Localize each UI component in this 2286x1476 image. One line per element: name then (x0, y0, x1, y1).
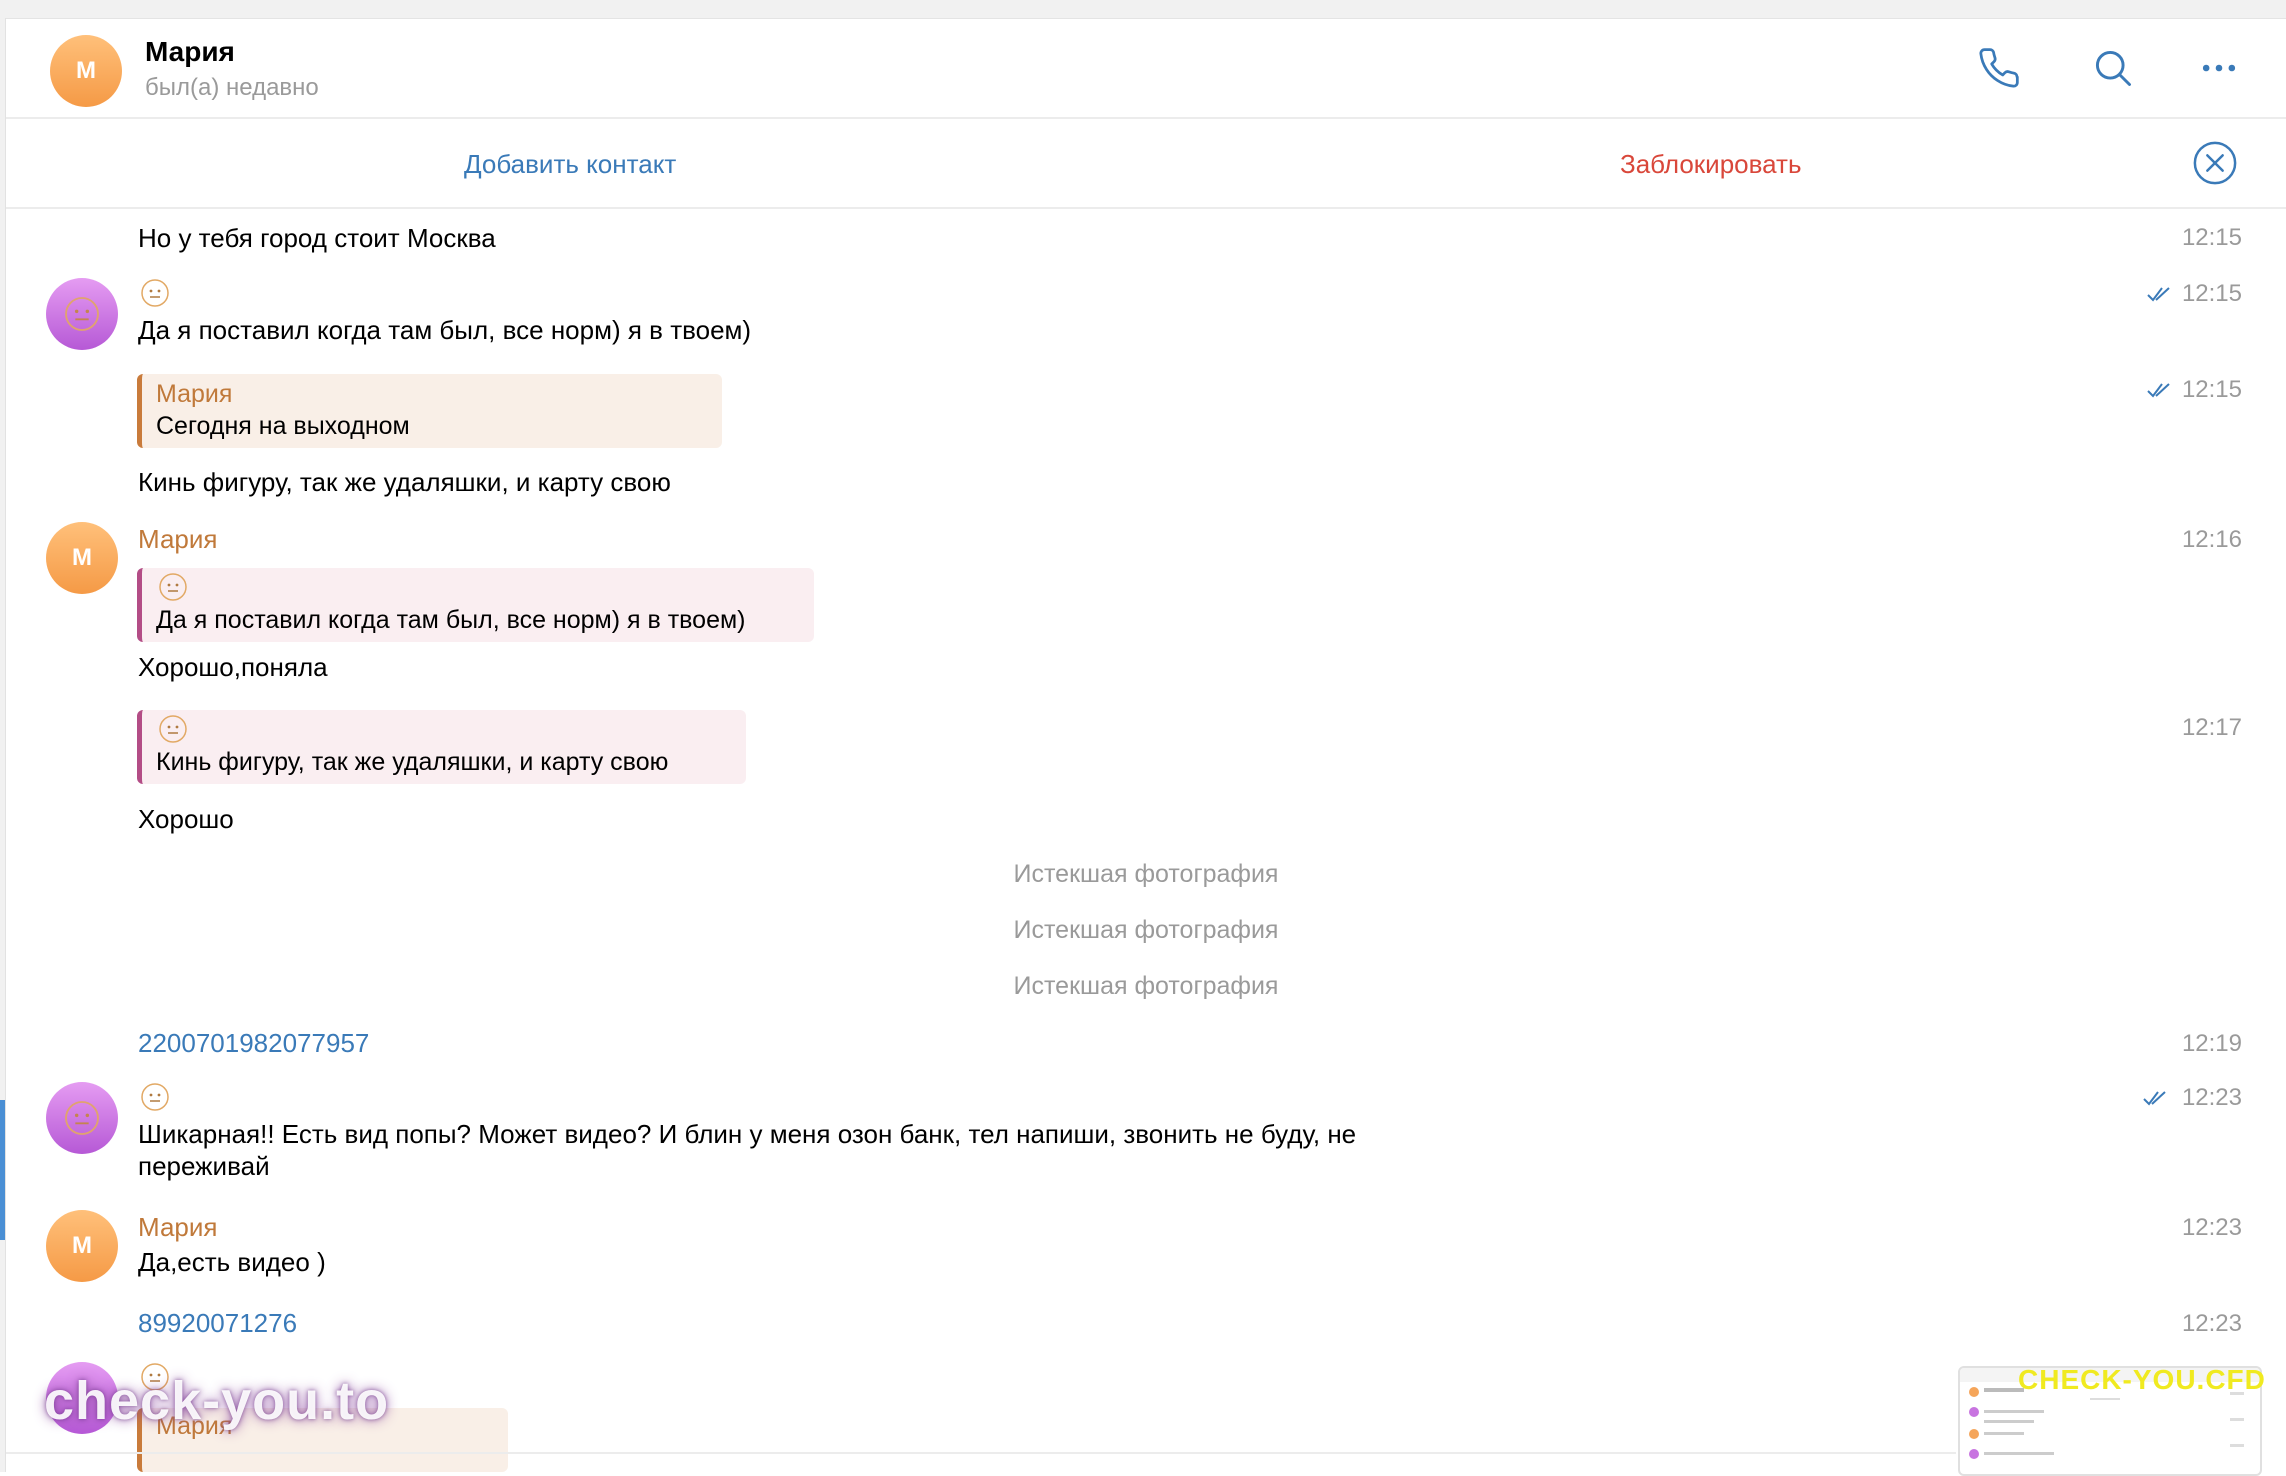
phone-icon[interactable] (1976, 45, 2022, 91)
message-time: 12:16 (2181, 526, 2242, 553)
selected-chat-indicator (0, 1100, 5, 1240)
message-time: 12:23 (2181, 1084, 2242, 1111)
close-circle-icon[interactable] (2192, 140, 2238, 186)
neutral-face-icon (159, 573, 187, 601)
left-panel-edge (0, 18, 6, 1472)
watermark-right: CHECK-YOU.CFD (2018, 1364, 2266, 1395)
contact-name[interactable]: Мария (145, 36, 235, 68)
reply-quote[interactable]: Мария Сегодня на выходном (137, 374, 722, 448)
neutral-face-icon (141, 279, 169, 307)
avatar-letter: M (72, 544, 92, 571)
message-time: 12:15 (2181, 280, 2242, 307)
sender-avatar[interactable]: M (46, 1210, 118, 1282)
composer-divider (6, 1452, 1956, 1454)
my-avatar[interactable] (46, 1082, 118, 1154)
expired-photo-notice: Истекшая фотография (1013, 860, 1279, 888)
sender-name[interactable]: Мария (138, 1212, 217, 1243)
sender-name[interactable]: Мария (138, 524, 217, 555)
phone-number-link[interactable]: 89920071276 (138, 1308, 297, 1339)
reply-quote[interactable]: Да я поставил когда там был, все норм) я… (137, 568, 814, 642)
watermark-left: check-you.to (44, 1371, 390, 1431)
read-checkmarks-icon (2147, 287, 2170, 302)
reply-quote[interactable]: Кинь фигуру, так же удаляшки, и карту св… (137, 710, 746, 784)
card-number-link[interactable]: 2200701982077957 (138, 1028, 369, 1059)
message-time: 12:19 (2181, 1030, 2242, 1057)
read-checkmarks-icon (2143, 1091, 2166, 1106)
quote-text: Сегодня на выходном (156, 412, 410, 440)
message-text: Но у тебя город стоит Москва (138, 223, 496, 253)
read-checkmarks-icon (2147, 383, 2170, 398)
window-top-strip (0, 0, 2286, 19)
message-text-line: переживай (138, 1151, 270, 1181)
avatar-letter: M (72, 1232, 92, 1259)
contact-action-bar: Добавить контакт Заблокировать (6, 119, 2286, 209)
message-time: 12:15 (2181, 376, 2242, 403)
expired-photo-notice: Истекшая фотография (1013, 972, 1279, 1000)
message-time: 12:15 (2181, 224, 2242, 251)
quote-text: Да я поставил когда там был, все норм) я… (156, 606, 746, 634)
message-time: 12:23 (2181, 1214, 2242, 1241)
message-text: Да я поставил когда там был, все норм) я… (138, 315, 752, 345)
block-button[interactable]: Заблокировать (1620, 149, 1802, 180)
message-text: Кинь фигуру, так же удаляшки, и карту св… (138, 467, 671, 497)
message-time: 12:17 (2181, 714, 2242, 741)
contact-status: был(а) недавно (145, 74, 319, 101)
neutral-face-icon (141, 1083, 169, 1111)
add-contact-button[interactable]: Добавить контакт (464, 149, 676, 180)
avatar-letter: M (76, 57, 96, 84)
message-time: 12:23 (2181, 1310, 2242, 1337)
expired-photo-notice: Истекшая фотография (1013, 916, 1279, 944)
sender-avatar[interactable]: M (46, 522, 118, 594)
message-text: Да,есть видео ) (138, 1247, 326, 1277)
my-avatar[interactable] (46, 278, 118, 350)
message-text-line: Шикарная!! Есть вид попы? Может видео? И… (138, 1119, 1357, 1149)
search-icon[interactable] (2090, 45, 2136, 91)
more-icon[interactable] (2196, 45, 2242, 91)
chat-header: M Мария был(а) недавно (6, 19, 2286, 119)
message-text: Хорошо (138, 804, 234, 834)
quote-text: Кинь фигуру, так же удаляшки, и карту св… (156, 748, 669, 776)
neutral-face-icon (159, 715, 187, 743)
quote-sender: Мария (156, 380, 233, 408)
contact-avatar[interactable]: M (50, 35, 122, 107)
message-text: Хорошо,поняла (138, 652, 328, 682)
